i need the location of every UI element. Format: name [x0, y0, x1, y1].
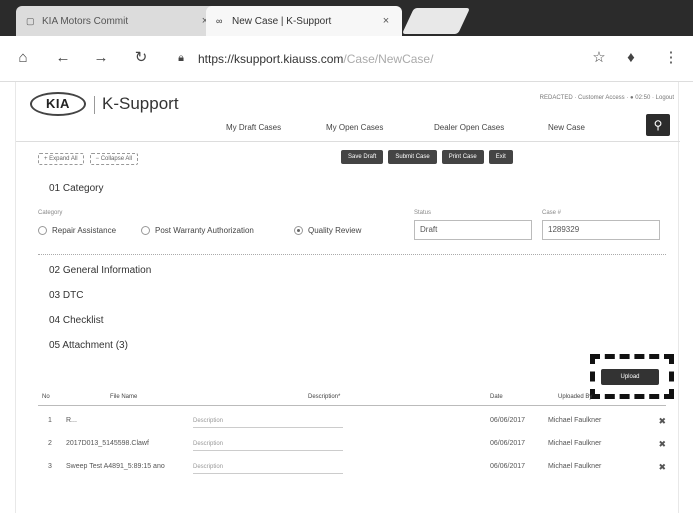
- new-tab-button[interactable]: [401, 8, 471, 34]
- lock-icon: 🔒︎: [178, 52, 184, 64]
- radio-label: Quality Review: [308, 226, 362, 235]
- reload-icon[interactable]: ↻: [132, 49, 150, 67]
- browser-toolbar: ⌂ ← → ↻ 🔒︎ https://ksupport.kiauss.com/C…: [0, 36, 693, 82]
- nav-my-draft-cases[interactable]: My Draft Cases: [226, 123, 281, 132]
- page-icon: ▢: [26, 16, 35, 26]
- tab-title: New Case | K-Support: [232, 15, 332, 27]
- collapse-all-button[interactable]: − Collapse All: [89, 153, 139, 165]
- file-link[interactable]: Sweep Test A4891_5:89:15 ano: [66, 463, 165, 470]
- address-bar[interactable]: https://ksupport.kiauss.com/Case/NewCase…: [198, 48, 558, 70]
- column-header-description: Description*: [308, 394, 341, 400]
- star-icon[interactable]: ☆: [590, 49, 608, 67]
- attachment-table-header: No File Name Description* Date Uploaded …: [38, 390, 666, 406]
- section-dtc[interactable]: 03 DTC: [49, 290, 83, 301]
- print-case-button[interactable]: Print Case: [441, 150, 484, 164]
- column-header-no: No: [42, 394, 50, 400]
- file-link[interactable]: 2017D013_5145598.Clawf: [66, 440, 149, 447]
- row-uploaded-by: Michael Faulkner: [548, 417, 602, 424]
- column-header-date: Date: [490, 394, 503, 400]
- radio-label: Post Warranty Authorization: [155, 226, 254, 235]
- column-header-file-name: File Name: [110, 394, 138, 400]
- exit-button[interactable]: Exit: [488, 150, 513, 164]
- row-number: 2: [48, 440, 52, 447]
- row-number: 1: [48, 417, 52, 424]
- delete-icon[interactable]: ✖: [658, 416, 666, 427]
- kia-logo[interactable]: KIA: [30, 92, 86, 116]
- expand-controls: + Expand All − Collapse All: [38, 153, 139, 165]
- nav-my-open-cases[interactable]: My Open Cases: [326, 123, 383, 132]
- case-number-field[interactable]: 1289329: [542, 220, 660, 240]
- browser-tab-active[interactable]: ∞ New Case | K-Support ×: [206, 6, 402, 36]
- home-icon[interactable]: ⌂: [14, 49, 32, 67]
- browser-tab-inactive[interactable]: ▢ KIA Motors Commit ×: [16, 6, 221, 36]
- case-actions: Save Draft Submit Case Print Case Exit: [341, 150, 513, 164]
- search-icon: ⚲: [653, 118, 663, 132]
- column-header-uploaded-by: Uploaded By: [558, 394, 593, 400]
- case-number-label: Case #: [542, 210, 562, 216]
- nav-dealer-open-cases[interactable]: Dealer Open Cases: [434, 123, 504, 132]
- url-host: https://ksupport.kiauss.com: [198, 52, 344, 66]
- table-row: 1 R... Description 06/06/2017 Michael Fa…: [38, 412, 666, 432]
- page-content: KIA K-Support REDACTED · Customer Access…: [15, 82, 680, 513]
- user-info: REDACTED · Customer Access · ● 02:50 · L…: [539, 95, 674, 101]
- site-header: KIA K-Support REDACTED · Customer Access…: [16, 82, 680, 142]
- search-button[interactable]: ⚲: [646, 114, 670, 136]
- radio-repair-assistance[interactable]: Repair Assistance: [38, 226, 116, 235]
- category-label: Category: [38, 210, 63, 216]
- description-input[interactable]: Description: [193, 415, 343, 428]
- section-divider: [38, 254, 666, 255]
- section-checklist[interactable]: 04 Checklist: [49, 315, 103, 326]
- radio-label: Repair Assistance: [52, 226, 117, 235]
- description-input[interactable]: Description: [193, 438, 343, 451]
- delete-icon[interactable]: ✖: [658, 462, 666, 473]
- radio-circle-selected: [294, 226, 303, 235]
- close-icon[interactable]: ×: [380, 15, 392, 27]
- section-category[interactable]: 01 Category: [49, 183, 103, 194]
- delete-icon[interactable]: ✖: [658, 439, 666, 450]
- kia-icon: ∞: [216, 16, 223, 26]
- status-label: Status: [414, 210, 432, 216]
- row-date: 06/06/2017: [490, 440, 526, 447]
- browser-tab-strip: ▢ KIA Motors Commit × ∞ New Case | K-Sup…: [0, 0, 693, 36]
- row-uploaded-by: Michael Faulkner: [548, 463, 602, 470]
- section-attachment[interactable]: 05 Attachment (3): [49, 340, 128, 351]
- radio-circle: [38, 226, 47, 235]
- save-draft-button[interactable]: Save Draft: [341, 150, 384, 164]
- row-uploaded-by: Michael Faulkner: [548, 440, 602, 447]
- section-general-information[interactable]: 02 General Information: [49, 265, 151, 276]
- app-name: K-Support: [102, 94, 179, 113]
- radio-post-warranty[interactable]: Post Warranty Authorization: [141, 226, 254, 235]
- table-row: 2 2017D013_5145598.Clawf Description 06/…: [38, 435, 666, 455]
- logo-divider: [94, 96, 95, 114]
- back-icon[interactable]: ←: [54, 49, 72, 67]
- status-field[interactable]: Draft: [414, 220, 532, 240]
- row-number: 3: [48, 463, 52, 470]
- radio-quality-review[interactable]: Quality Review: [294, 226, 361, 235]
- row-date: 06/06/2017: [490, 463, 526, 470]
- tab-title: KIA Motors Commit: [42, 15, 129, 27]
- submit-case-button[interactable]: Submit Case: [388, 150, 437, 164]
- description-input[interactable]: Description: [193, 461, 343, 474]
- microphone-icon[interactable]: ♦: [622, 49, 640, 67]
- url-path: /Case/NewCase/: [343, 52, 434, 66]
- file-link[interactable]: R...: [66, 417, 77, 424]
- expand-all-button[interactable]: + Expand All: [38, 153, 84, 165]
- nav-new-case[interactable]: New Case: [548, 123, 585, 132]
- radio-circle: [141, 226, 150, 235]
- table-row: 3 Sweep Test A4891_5:89:15 ano Descripti…: [38, 458, 666, 478]
- forward-icon[interactable]: →: [92, 49, 110, 67]
- menu-icon[interactable]: ⋮: [662, 49, 680, 67]
- row-date: 06/06/2017: [490, 417, 526, 424]
